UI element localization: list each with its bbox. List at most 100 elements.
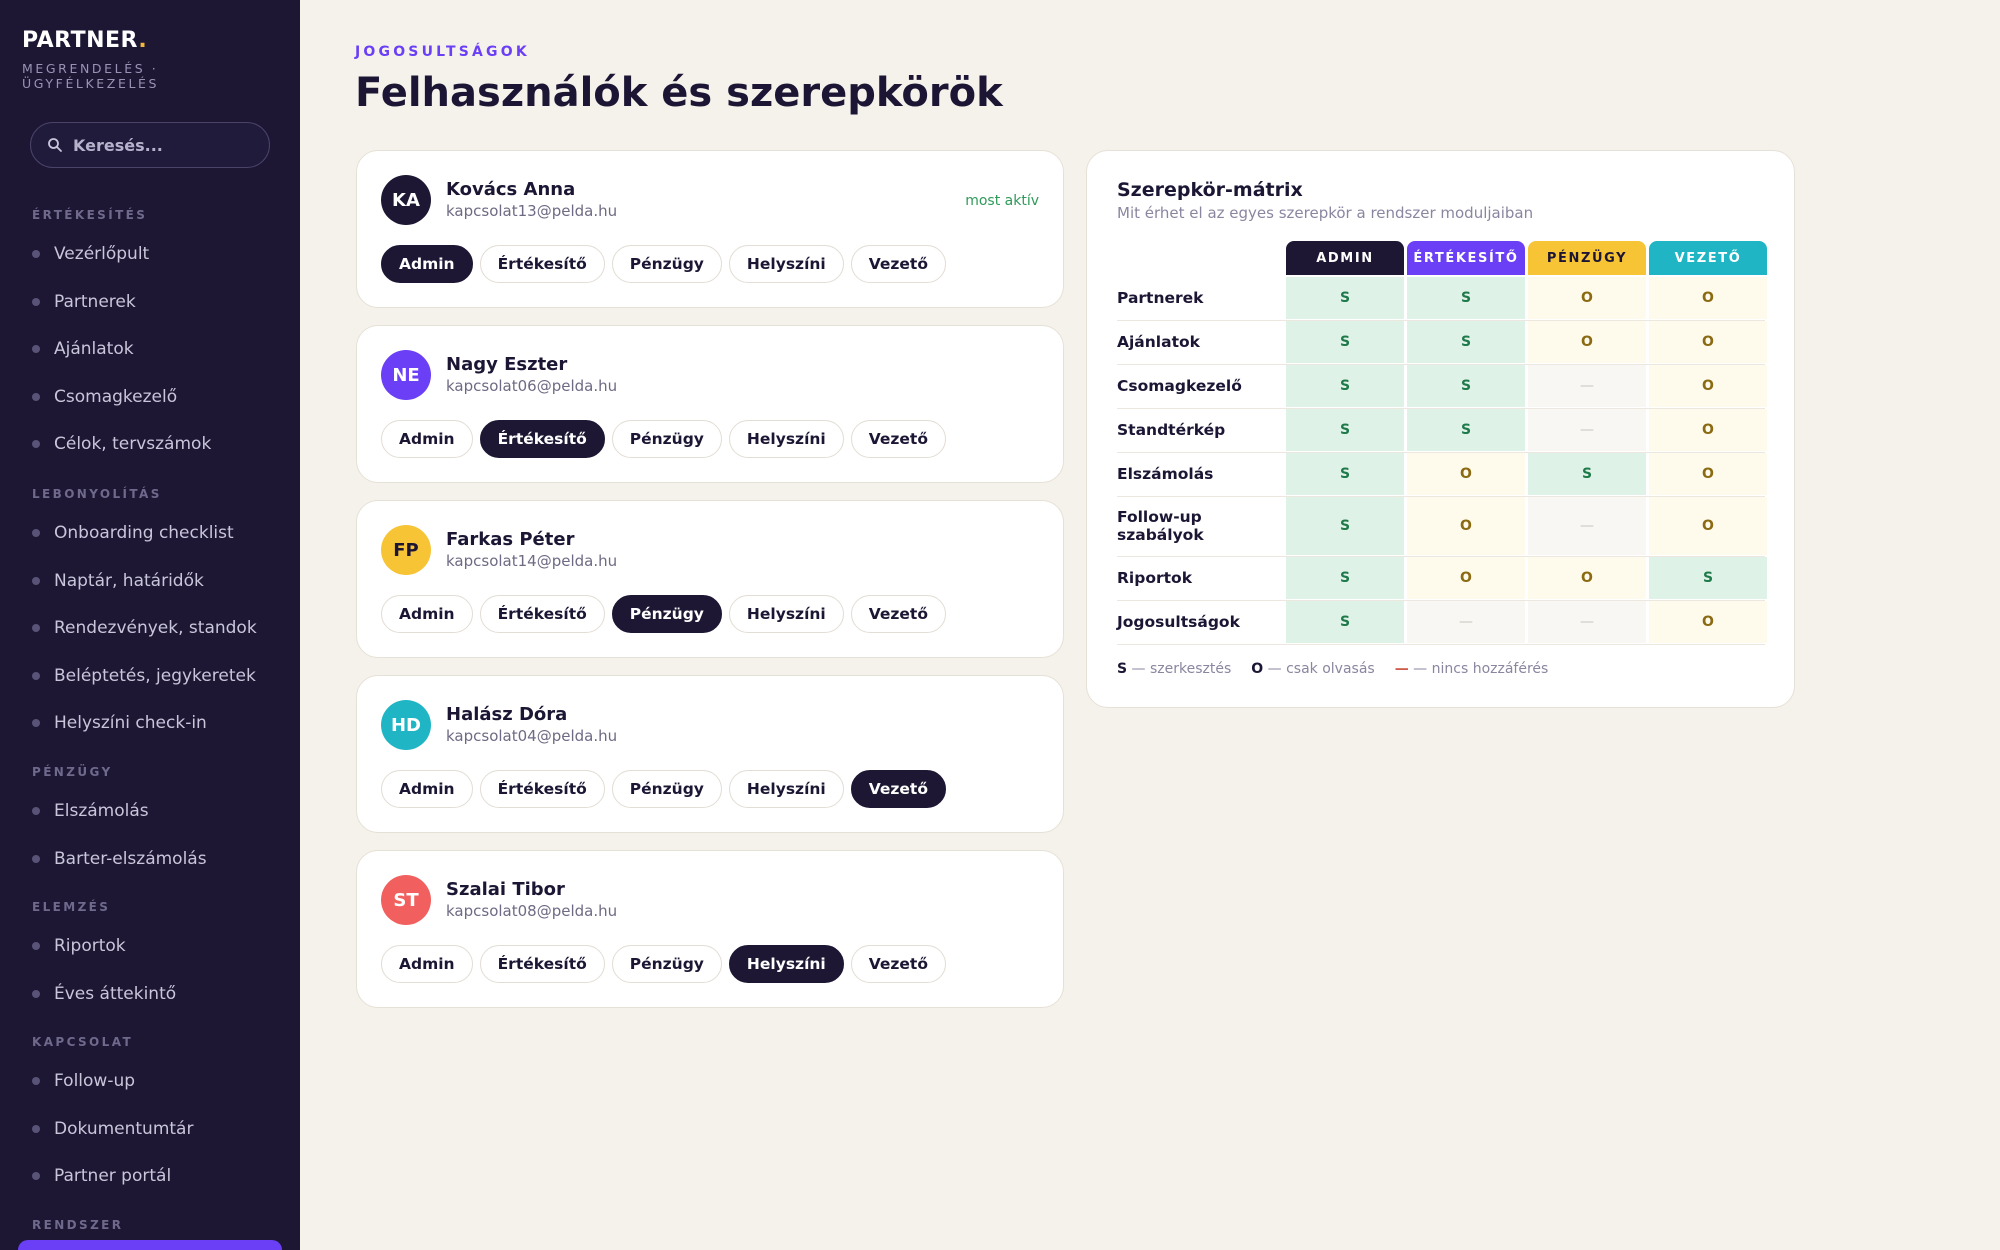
matrix-column-header: PÉNZÜGY: [1528, 241, 1646, 275]
user-card: KA Kovács Anna kapcsolat13@pelda.hu most ak…: [356, 150, 1064, 308]
role-chip[interactable]: Értékesítő: [479, 245, 605, 283]
sidebar-item[interactable]: Helyszíni check-in: [32, 711, 207, 735]
matrix-cell: —: [1528, 365, 1646, 407]
matrix-cell: O: [1649, 453, 1767, 495]
bullet-icon: [32, 854, 40, 863]
matrix-cell: O: [1649, 497, 1767, 555]
sidebar-item-label: Barter-elszámolás: [54, 848, 207, 869]
sidebar-item-label: Follow-up: [54, 1071, 136, 1091]
matrix-legend: S — szerkesztés O — csak olvasás — — nin…: [1117, 661, 1548, 677]
sidebar-item[interactable]: Csomagkezelő: [32, 385, 177, 409]
sidebar-item[interactable]: Rendezvények, standok: [32, 616, 257, 640]
sidebar-item-label: Partnerek: [54, 291, 136, 312]
role-selector: Admin Értékesítő Pénzügy Helyszíni Vezető: [381, 245, 946, 283]
sidebar-item-label: Vezérlőpult: [54, 244, 150, 264]
sidebar-item[interactable]: Vezérlőpult: [32, 242, 149, 266]
sidebar-item[interactable]: Ajánlatok: [32, 337, 134, 361]
sidebar-item-active[interactable]: [18, 1240, 282, 1250]
role-chip[interactable]: Vezető: [850, 770, 946, 808]
matrix-cell: —: [1528, 601, 1646, 643]
role-selector: Admin Értékesítő Pénzügy Helyszíni Vezető: [381, 945, 946, 983]
role-chip[interactable]: Vezető: [850, 245, 946, 283]
sidebar-item[interactable]: Naptár, határidők: [32, 569, 204, 593]
sidebar-item[interactable]: Riportok: [32, 934, 126, 958]
role-chip[interactable]: Admin: [381, 945, 473, 983]
matrix-cell: S: [1407, 365, 1525, 407]
avatar: FP: [381, 525, 431, 575]
bullet-icon: [32, 250, 40, 258]
role-chip[interactable]: Vezető: [850, 420, 946, 458]
role-chip[interactable]: Pénzügy: [611, 770, 722, 808]
role-chip[interactable]: Pénzügy: [611, 420, 722, 458]
user-name: Kovács Anna: [446, 179, 576, 200]
bullet-icon: [32, 440, 40, 448]
bullet-icon: [32, 989, 40, 998]
matrix-cell: S: [1286, 409, 1404, 451]
role-chip[interactable]: Pénzügy: [611, 595, 722, 633]
sidebar: PARTNER. MEGRENDELÉS · ÜGYFÉLKEZELÉS ÉRT…: [0, 0, 300, 1250]
role-chip[interactable]: Admin: [381, 770, 473, 808]
role-chip[interactable]: Helyszíni: [728, 245, 844, 283]
brand-logo[interactable]: PARTNER. MEGRENDELÉS · ÜGYFÉLKEZELÉS: [22, 28, 202, 91]
bullet-icon: [32, 1077, 40, 1085]
matrix-row-label: Csomagkezelő: [1117, 377, 1242, 395]
sidebar-item[interactable]: Follow-up: [32, 1069, 135, 1093]
sidebar-item[interactable]: Beléptetés, jegykeretek: [32, 664, 256, 688]
sidebar-item[interactable]: Elszámolás: [32, 799, 149, 823]
matrix-column-header: ÉRTÉKESÍTŐ: [1407, 241, 1525, 275]
matrix-cell: S: [1528, 453, 1646, 495]
sidebar-item[interactable]: Célok, tervszámok: [32, 432, 211, 456]
matrix-row-label: Partnerek: [1117, 289, 1204, 307]
bullet-icon: [32, 1124, 40, 1133]
matrix-row-label: Jogosultságok: [1117, 613, 1240, 631]
role-chip[interactable]: Értékesítő: [479, 770, 605, 808]
matrix-cell: —: [1528, 497, 1646, 555]
role-chip[interactable]: Helyszíni: [728, 945, 844, 983]
sidebar-item[interactable]: Éves áttekintő: [32, 982, 176, 1006]
matrix-cell: O: [1649, 321, 1767, 363]
search-input[interactable]: [73, 130, 253, 160]
role-chip[interactable]: Értékesítő: [479, 420, 605, 458]
search-icon: [48, 138, 62, 152]
role-chip[interactable]: Pénzügy: [611, 245, 722, 283]
role-chip[interactable]: Admin: [381, 245, 473, 283]
bullet-icon: [32, 576, 40, 585]
sidebar-item[interactable]: Partner portál: [32, 1164, 171, 1188]
role-chip[interactable]: Vezető: [850, 945, 946, 983]
matrix-cell: —: [1528, 409, 1646, 451]
user-name: Farkas Péter: [446, 529, 575, 550]
sidebar-item[interactable]: Barter-elszámolás: [32, 847, 207, 871]
role-chip[interactable]: Helyszíni: [728, 770, 844, 808]
role-chip[interactable]: Vezető: [850, 595, 946, 633]
role-chip[interactable]: Admin: [381, 595, 473, 633]
matrix-cell: O: [1649, 277, 1767, 319]
role-selector: Admin Értékesítő Pénzügy Helyszíni Vezető: [381, 595, 946, 633]
matrix-cell: O: [1649, 601, 1767, 643]
matrix-cell: S: [1286, 321, 1404, 363]
role-chip[interactable]: Pénzügy: [611, 945, 722, 983]
matrix-cell: O: [1407, 557, 1525, 599]
bullet-icon: [32, 1172, 40, 1180]
sidebar-item-label: Éves áttekintő: [54, 983, 177, 1004]
bullet-icon: [32, 345, 40, 353]
role-chip[interactable]: Értékesítő: [479, 595, 605, 633]
brand-subtitle: MEGRENDELÉS · ÜGYFÉLKEZELÉS: [22, 61, 160, 91]
role-chip[interactable]: Értékesítő: [479, 945, 605, 983]
avatar: HD: [381, 700, 431, 750]
matrix-cell: S: [1286, 277, 1404, 319]
matrix-cell: —: [1407, 601, 1525, 643]
sidebar-item-label: Onboarding checklist: [54, 523, 234, 543]
user-email: kapcsolat06@pelda.hu: [446, 377, 618, 395]
matrix-cell: O: [1649, 409, 1767, 451]
role-chip[interactable]: Helyszíni: [728, 420, 844, 458]
matrix-subtitle: Mit érhet el az egyes szerepkör a rendsz…: [1117, 204, 1534, 222]
user-status: most aktív: [965, 193, 1039, 209]
role-chip[interactable]: Helyszíni: [728, 595, 844, 633]
sidebar-item[interactable]: Dokumentumtár: [32, 1117, 193, 1141]
sidebar-item-label: Dokumentumtár: [54, 1118, 194, 1139]
sidebar-item[interactable]: Partnerek: [32, 290, 136, 314]
role-chip[interactable]: Admin: [381, 420, 473, 458]
sidebar-item[interactable]: Onboarding checklist: [32, 521, 234, 545]
sidebar-item-label: Ajánlatok: [54, 339, 134, 359]
page-eyebrow: JOGOSULTSÁGOK: [355, 44, 530, 60]
